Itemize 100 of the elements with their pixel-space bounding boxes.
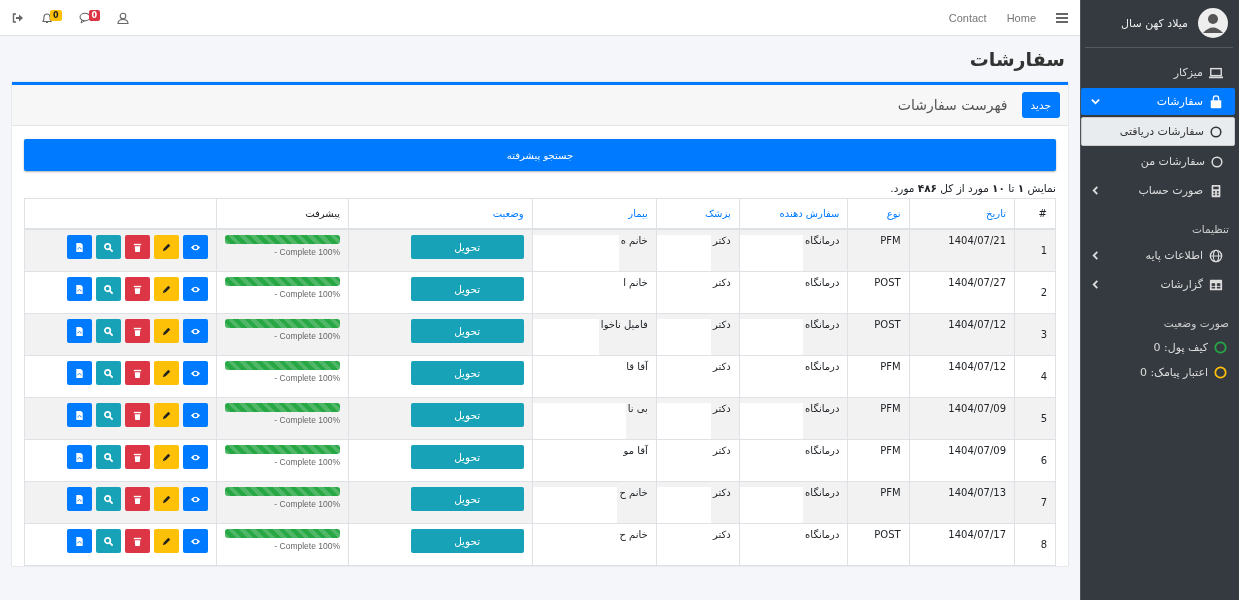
table-cell: 7 [1014, 481, 1056, 524]
table-cell-text: دکتر [711, 487, 732, 498]
results-summary: نمایش ۱ تا ۱۰ مورد از کل ۴۸۶ مورد. [889, 181, 1056, 196]
delete-button[interactable] [125, 235, 150, 259]
sidebar-subitem[interactable]: سفارشات من [1081, 148, 1235, 175]
edit-button[interactable] [154, 529, 179, 553]
search-button[interactable] [96, 529, 121, 553]
trash-icon [132, 451, 143, 463]
sidebar-item[interactable]: اطلاعات پایه [1081, 242, 1235, 269]
bell-icon [41, 11, 53, 24]
table-cell: 1404/07/21 [909, 229, 1015, 272]
delete-button[interactable] [125, 445, 150, 469]
table-cell-text: خانم ا [622, 277, 649, 288]
table-cell: POST [847, 523, 910, 566]
status-button[interactable]: تحویل [410, 235, 524, 259]
status-button[interactable]: تحویل [410, 487, 524, 511]
pencil-icon [161, 409, 172, 421]
chevron-left-icon [1091, 280, 1100, 289]
table-cell: PFM [847, 439, 910, 482]
pdf-button[interactable] [67, 445, 92, 469]
file-icon [74, 535, 85, 547]
search-icon [103, 409, 114, 421]
status-button[interactable]: تحویل [410, 529, 524, 553]
search-button[interactable] [96, 487, 121, 511]
edit-button[interactable] [154, 445, 179, 469]
sidebar-item[interactable]: گزارشات [1081, 271, 1235, 298]
sidebar-item[interactable]: میزکار [1081, 59, 1235, 86]
pdf-button[interactable] [67, 403, 92, 427]
table-cell-text: خانم ه [619, 235, 649, 246]
edit-button[interactable] [154, 361, 179, 385]
delete-button[interactable] [125, 361, 150, 385]
table-icon [1209, 277, 1223, 292]
globe-icon [1209, 248, 1223, 263]
sidebar-item[interactable]: صورت حساب [1081, 177, 1235, 204]
delete-button[interactable] [125, 403, 150, 427]
edit-button[interactable] [154, 487, 179, 511]
search-button[interactable] [96, 445, 121, 469]
advanced-search-button[interactable]: جستجو پیشرفته [24, 139, 1056, 171]
section-header: صورت وضعیت [1162, 316, 1230, 332]
pdf-button[interactable] [67, 235, 92, 259]
trash-icon [132, 241, 143, 253]
search-icon [103, 493, 114, 505]
status-button[interactable]: تحویل [410, 445, 524, 469]
sidebar-subitem[interactable]: سفارشات دریافتی [1081, 117, 1235, 146]
table-cell: 1404/07/13 [909, 481, 1015, 524]
table-cell-text: درمانگاه [804, 235, 841, 246]
table-cell-text: دکتر [711, 445, 732, 456]
table-cell: 8 [1014, 523, 1056, 566]
delete-button[interactable] [125, 529, 150, 553]
search-button[interactable] [96, 235, 121, 259]
file-icon [74, 409, 85, 421]
table-cell: PFM [847, 355, 910, 398]
table-cell-text: درمانگاه [804, 319, 841, 330]
section-header: تنظیمات [1190, 222, 1230, 237]
table-cell-text: دکتر [711, 361, 732, 372]
pdf-button[interactable] [67, 529, 92, 553]
search-button[interactable] [96, 403, 121, 427]
circle-icon [1210, 125, 1222, 138]
new-button[interactable]: جدید [1021, 92, 1060, 118]
edit-button[interactable] [154, 319, 179, 343]
status-button[interactable]: تحویل [410, 277, 524, 301]
table-cell-text: درمانگاه [804, 277, 841, 288]
delete-button[interactable] [125, 277, 150, 301]
redaction-block [656, 319, 711, 355]
table-cell-text: آقا قا [625, 361, 649, 372]
trash-icon [132, 493, 143, 505]
table-cell: 1404/07/12 [909, 355, 1015, 398]
nav-link[interactable]: Home [1006, 11, 1036, 24]
search-icon [103, 367, 114, 379]
pdf-button[interactable] [67, 277, 92, 301]
file-icon [74, 283, 85, 295]
redaction-block [656, 403, 711, 439]
search-button[interactable] [96, 277, 121, 301]
delete-button[interactable] [125, 487, 150, 511]
edit-button[interactable] [154, 235, 179, 259]
edit-button[interactable] [154, 277, 179, 301]
progress-label: - Complete 100% [273, 415, 340, 425]
status-button[interactable]: تحویل [410, 319, 524, 343]
edit-button[interactable] [154, 403, 179, 427]
pdf-button[interactable] [67, 361, 92, 385]
notification-count-badge: 0 [50, 9, 62, 21]
user-icon [117, 11, 130, 24]
status-button[interactable]: تحویل [410, 361, 524, 385]
table-cell-text: دکتر [711, 277, 732, 288]
status-text: اعتبار پیامک: 0 [1139, 366, 1208, 379]
status-button[interactable]: تحویل [410, 403, 524, 427]
sidebar-item[interactable]: سفارشات [1081, 88, 1235, 115]
nav-link[interactable]: Contact [948, 11, 987, 24]
redaction-block [532, 319, 599, 355]
calculator-icon [1209, 183, 1223, 198]
delete-button[interactable] [125, 319, 150, 343]
redaction-block [656, 235, 711, 271]
pdf-button[interactable] [67, 319, 92, 343]
search-icon [103, 325, 114, 337]
search-button[interactable] [96, 319, 121, 343]
pdf-button[interactable] [67, 487, 92, 511]
status-text: کیف پول: 0 [1153, 341, 1208, 354]
search-button[interactable] [96, 361, 121, 385]
progress-label: - Complete 100% [273, 373, 340, 383]
table-cell: 6 [1014, 439, 1056, 482]
